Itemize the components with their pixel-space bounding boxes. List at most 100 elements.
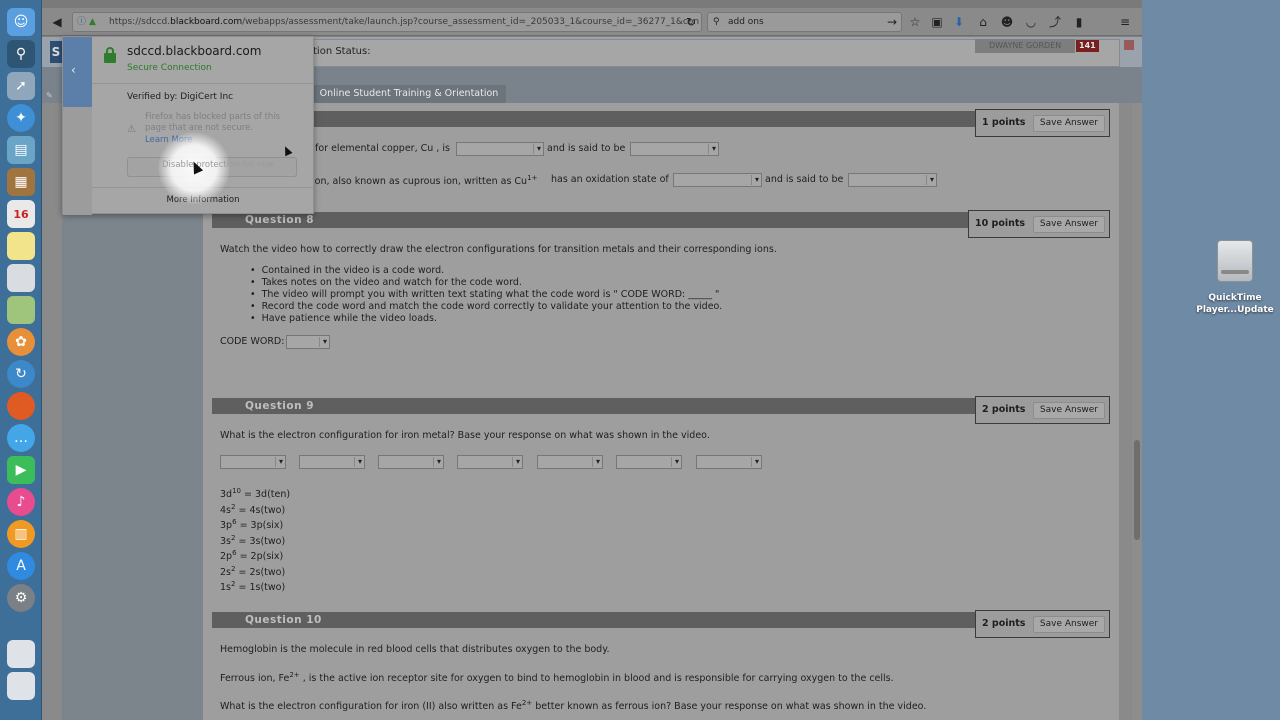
popup-domain: sdccd.blackboard.com <box>127 44 262 58</box>
textedit-icon[interactable] <box>7 264 35 292</box>
notes-app-icon[interactable]: ▦ <box>7 168 35 196</box>
calendar-icon[interactable]: 16 <box>7 200 35 228</box>
q7-select-3[interactable] <box>673 173 762 187</box>
pocket-icon[interactable]: ◡ <box>1022 13 1040 31</box>
tab-online-student-training[interactable]: Online Student Training & Orientation <box>312 85 506 103</box>
question-8-save-button[interactable]: Save Answer <box>1032 216 1105 233</box>
question-8-points-box: 10 points Save Answer <box>968 210 1110 238</box>
list-item: 3d10 = 3d(ten) <box>220 487 291 501</box>
q9-select-2[interactable] <box>299 455 365 469</box>
popup-back-panel[interactable]: ‹ <box>63 37 92 107</box>
addon-icon[interactable]: ▮ <box>1070 13 1088 31</box>
flag-icon[interactable] <box>1124 40 1134 50</box>
list-item: 3p6 = 3p(six) <box>220 518 284 532</box>
q10-line1: Hemoglobin is the molecule in red blood … <box>220 644 610 655</box>
question-9-points: 2 points <box>982 404 1026 415</box>
q7-select-2[interactable] <box>630 142 719 156</box>
firefox-icon[interactable] <box>7 392 35 420</box>
code-word-select[interactable] <box>286 335 330 349</box>
q7-line2-text-b: has an oxidation state of <box>551 174 669 185</box>
list-item: 4s2 = 4s(two) <box>220 502 286 516</box>
itunes-icon[interactable]: ♪ <box>7 488 35 516</box>
q9-select-5[interactable] <box>537 455 603 469</box>
search-value: add ons <box>728 17 764 27</box>
url-bar[interactable]: ⓘ ▲ https://sdccd.blackboard.com/webapps… <box>72 12 702 32</box>
share-icon[interactable]: ⤴ <box>1046 13 1064 31</box>
launchpad-icon[interactable]: ➚ <box>7 72 35 100</box>
q10-line2: Ferrous ion, Fe2+ , is the active ion re… <box>220 671 894 685</box>
reading-list-icon[interactable]: ▣ <box>928 13 946 31</box>
pencil-icon[interactable]: ✎ <box>46 91 56 101</box>
q8-instructions-list: Contained in the video is a code word. T… <box>250 265 723 325</box>
user-menu[interactable]: DWAYNE GORDEN <box>975 39 1075 53</box>
facetime-icon[interactable]: ▶ <box>7 456 35 484</box>
trash-icon[interactable] <box>7 672 35 700</box>
url-domain: blackboard.com <box>170 17 243 27</box>
q8-intro: Watch the video how to correctly draw th… <box>220 244 777 255</box>
system-preferences-icon[interactable]: ⚙ <box>7 584 35 612</box>
q9-select-1[interactable] <box>220 455 286 469</box>
preview-icon[interactable]: ▤ <box>7 136 35 164</box>
drive-icon[interactable] <box>1215 240 1255 286</box>
blackboard-logo: S <box>50 41 62 63</box>
finder-icon[interactable]: ☺ <box>7 8 35 36</box>
popup-mixed-content-warning: Firefox has blocked parts of this page t… <box>145 112 281 133</box>
menu-icon[interactable]: ≡ <box>1116 13 1134 31</box>
chevron-left-icon[interactable]: ‹ <box>71 63 76 77</box>
q7-line1-text-b: and is said to be <box>547 143 626 154</box>
list-item: 2s2 = 2s(two) <box>220 564 286 578</box>
app-store-icon[interactable]: A <box>7 552 35 580</box>
photos-icon[interactable]: ✿ <box>7 328 35 356</box>
q9-select-4[interactable] <box>457 455 523 469</box>
messages-icon[interactable]: … <box>7 424 35 452</box>
bookmark-star-icon[interactable]: ☆ <box>906 13 924 31</box>
sync-icon[interactable]: ↻ <box>7 360 35 388</box>
search-go-icon[interactable]: → <box>883 13 901 31</box>
ibooks-icon[interactable]: ▥ <box>7 520 35 548</box>
q7-select-1[interactable] <box>456 142 544 156</box>
popup-secure-status: Secure Connection <box>127 63 212 73</box>
reload-icon[interactable]: ↻ <box>682 13 700 31</box>
search-icon: ⚲ <box>713 17 720 27</box>
page-scrollbar[interactable] <box>1132 103 1142 720</box>
stickies-icon[interactable] <box>7 232 35 260</box>
list-item: The video will prompt you with written t… <box>250 289 722 301</box>
q9-select-7[interactable] <box>696 455 762 469</box>
q7-line2-text-a: ion, also known as cuprous ion, written … <box>312 174 538 188</box>
user-name: DWAYNE GORDEN <box>989 41 1062 50</box>
download-icon[interactable]: ⬇ <box>950 13 968 31</box>
code-word-label: CODE WORD: <box>220 336 285 347</box>
info-icon[interactable]: ⓘ <box>77 13 86 31</box>
q10-line3: What is the electron configuration for i… <box>220 699 927 713</box>
question-10-save-button[interactable]: Save Answer <box>1032 616 1105 633</box>
q7-select-4[interactable] <box>848 173 937 187</box>
question-7-save-button[interactable]: Save Answer <box>1032 115 1105 132</box>
home-icon[interactable]: ⌂ <box>974 13 992 31</box>
disable-protection-label[interactable]: Disable protection for now <box>162 160 274 170</box>
url-path: /webapps/assessment/take/launch.jsp?cour… <box>242 17 700 27</box>
spotlight-icon[interactable]: ⚲ <box>7 40 35 68</box>
q9-prompt: What is the electron configuration for i… <box>220 430 710 441</box>
scrollbar-thumb[interactable] <box>1134 440 1140 540</box>
warning-icon: ⚠ <box>127 124 136 135</box>
maps-icon[interactable] <box>7 296 35 324</box>
lock-icon <box>103 47 117 63</box>
drive-label[interactable]: QuickTime Player...Update <box>1190 292 1280 316</box>
lock-warning-icon[interactable]: ▲ <box>89 13 96 31</box>
safari-icon[interactable]: ✦ <box>7 104 35 132</box>
back-icon[interactable]: ◀ <box>48 13 66 31</box>
question-7-points: 1 points <box>982 117 1026 128</box>
search-bar[interactable]: ⚲ add ons <box>707 12 902 32</box>
q9-select-3[interactable] <box>378 455 444 469</box>
notification-badge[interactable]: 141 <box>1076 40 1099 52</box>
q9-select-6[interactable] <box>616 455 682 469</box>
list-item: Record the code word and match the code … <box>250 301 723 313</box>
browser-toolbar: ◀ ⓘ ▲ https://sdccd.blackboard.com/webap… <box>42 8 1142 36</box>
list-item: 3s2 = 3s(two) <box>220 533 286 547</box>
document-icon[interactable] <box>7 640 35 668</box>
q7-line2-text-c: and is said to be <box>765 174 844 185</box>
question-9-save-button[interactable]: Save Answer <box>1032 402 1105 419</box>
q7-line1-text-a: for elemental copper, Cu , is <box>315 143 450 154</box>
chat-icon[interactable]: ☻ <box>998 13 1016 31</box>
desktop <box>1142 0 1280 720</box>
